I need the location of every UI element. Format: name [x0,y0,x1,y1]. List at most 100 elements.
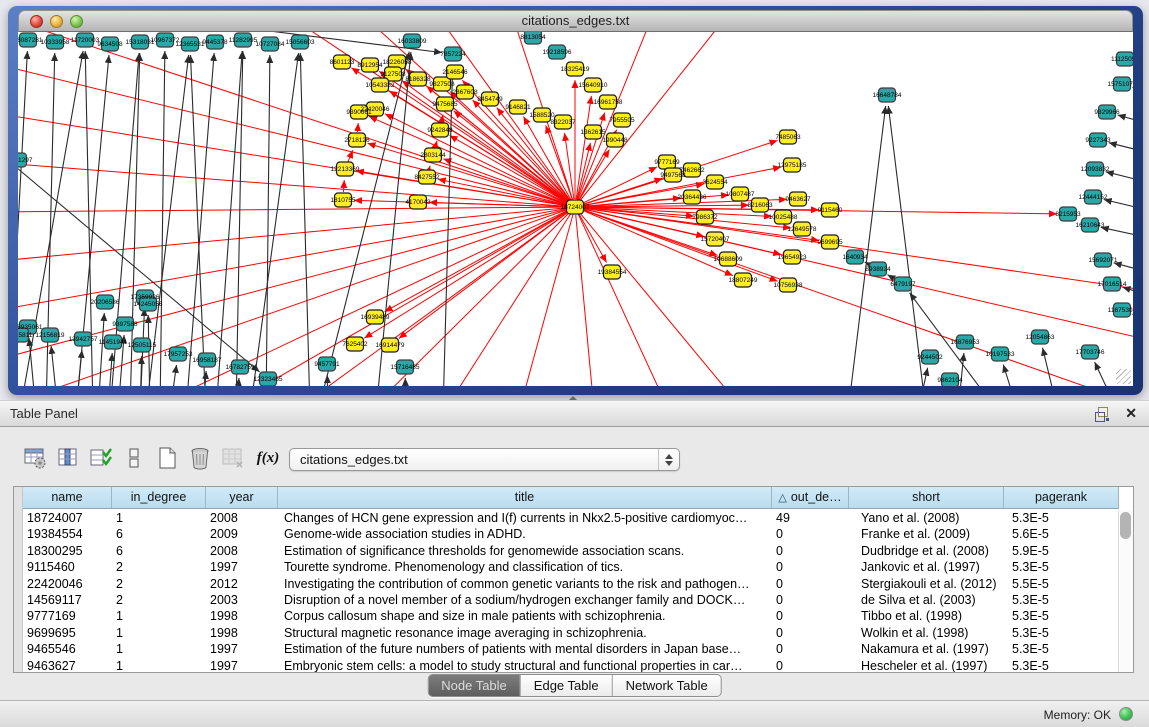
cell-pagerank[interactable]: 5.3E-5 [1004,608,1119,624]
cell-year[interactable]: 1997 [206,559,278,575]
cell-in_degree[interactable]: 2 [112,576,206,592]
citation-edge-black[interactable] [848,106,886,386]
citation-edge-black[interactable] [170,365,176,386]
vertical-scrollbar[interactable] [1118,510,1133,672]
citation-edge-black[interactable] [1132,314,1133,332]
cell-title[interactable]: Embryonic stem cells: a model to study s… [278,658,772,673]
cell-short[interactable]: de Silva et al. (2003) [849,592,1004,608]
cell-short[interactable]: Nakamura et al. (1997) [849,641,1004,657]
cell-title[interactable]: Estimation of significance thresholds fo… [278,543,772,559]
cell-name[interactable]: 9463627 [23,658,112,673]
column-header-pagerank[interactable]: pagerank [1004,487,1119,509]
cell-year[interactable]: 1997 [206,641,278,657]
citation-edge-black[interactable] [186,53,214,386]
cell-title[interactable]: Estimation of the future numbers of pati… [278,641,772,657]
citation-edge-black[interactable] [888,106,926,386]
cell-out_degree[interactable]: 0 [772,592,849,608]
float-panel-icon[interactable] [1095,407,1109,421]
cell-pagerank[interactable]: 5.3E-5 [1004,625,1119,641]
cell-title[interactable]: Corpus callosum shape and size in male p… [278,608,772,624]
citation-edge-black[interactable] [443,65,453,386]
citation-edge-black[interactable] [1095,362,1118,386]
citation-edge-black[interactable] [318,52,409,386]
citation-edge-black[interactable] [1043,348,1058,386]
citation-edge-black[interactable] [1118,115,1133,132]
cell-in_degree[interactable]: 6 [112,526,206,542]
cell-year[interactable]: 2003 [206,592,278,608]
citation-edge-red[interactable] [583,210,1133,386]
minimize-traffic-light-icon[interactable] [50,15,63,28]
cell-in_degree[interactable]: 1 [112,658,206,673]
cell-in_degree[interactable]: 1 [112,608,206,624]
citation-edge-black[interactable] [250,53,299,386]
delete-table-icon[interactable] [187,445,213,471]
cell-out_degree[interactable]: 49 [772,510,849,526]
column-header-out_de[interactable]: △out_de… [772,487,849,509]
citation-edge-red[interactable] [18,208,567,262]
citation-edge-red[interactable] [18,207,567,212]
cell-year[interactable]: 1998 [206,625,278,641]
citation-edge-black[interactable] [216,51,242,386]
citation-edge-black[interactable] [1104,200,1133,217]
cell-title[interactable]: Investigating the contribution of common… [278,576,772,592]
cell-name[interactable]: 18300295 [23,543,112,559]
network-canvas[interactable]: 1872400786011238912954182260589127508105… [18,32,1133,386]
cell-in_degree[interactable]: 1 [112,641,206,657]
column-header-year[interactable]: year [206,487,278,509]
citation-edge-black[interactable] [1132,87,1133,102]
citation-edge-black[interactable] [140,356,142,386]
citation-edge-black[interactable] [1003,365,1018,386]
tab-network-table[interactable]: Network Table [612,675,721,696]
citation-edge-red[interactable] [364,211,568,338]
citation-edge-red[interactable] [344,180,345,192]
close-traffic-light-icon[interactable] [30,15,43,28]
citation-edge-black[interactable] [236,51,243,386]
citation-edge-red[interactable] [583,209,1133,342]
cell-out_degree[interactable]: 0 [772,526,849,542]
cell-in_degree[interactable]: 2 [112,592,206,608]
cell-name[interactable]: 9465546 [23,641,112,657]
cell-in_degree[interactable]: 1 [112,510,206,526]
citation-edge-red[interactable] [579,214,607,262]
tab-node-table[interactable]: Node Table [428,675,520,696]
cell-out_degree[interactable]: 0 [772,641,849,657]
cell-short[interactable]: Wolkin et al. (1998) [849,625,1004,641]
cell-out_degree[interactable]: 0 [772,625,849,641]
cell-name[interactable]: 9699695 [23,625,112,641]
cell-short[interactable]: Stergiakouli et al. (2012) [849,576,1004,592]
citation-edge-red[interactable] [443,159,567,204]
table-row[interactable]: 2242004622012Investigating the contribut… [23,576,1119,592]
cell-out_degree[interactable]: 0 [772,608,849,624]
cell-name[interactable]: 9115460 [23,559,112,575]
citation-edge-red[interactable] [442,115,443,122]
cell-title[interactable]: Disruption of a novel member of a sodium… [278,592,772,608]
column-chooser-icon[interactable] [55,445,81,471]
table-row[interactable]: 911546021997Tourette syndrome. Phenomeno… [23,559,1119,575]
table-row[interactable]: 1830029562008Estimation of significance … [23,543,1119,559]
cell-out_degree[interactable]: 0 [772,543,849,559]
cell-title[interactable]: Genome-wide association studies in ADHD. [278,526,772,542]
table-row[interactable]: 1872400712008Changes of HCN gene express… [23,510,1119,526]
column-header-short[interactable]: short [849,487,1004,509]
column-header-title[interactable]: title [278,487,772,509]
cell-name[interactable]: 9777169 [23,608,112,624]
close-panel-icon[interactable]: ✕ [1125,405,1137,422]
table-row[interactable]: 946554611997Estimation of the future num… [23,641,1119,657]
new-table-icon[interactable] [154,445,180,471]
cell-pagerank[interactable]: 5.3E-5 [1004,559,1119,575]
citation-edge-black[interactable] [51,346,58,386]
citation-edge-black[interactable] [327,375,328,386]
citation-edge-black[interactable] [1123,287,1133,304]
cell-name[interactable]: 18724007 [23,510,112,526]
citation-edge-red[interactable] [358,123,359,132]
table-row[interactable]: 1938455462009Genome-wide association stu… [23,526,1119,542]
merge-rows-icon[interactable] [121,445,147,471]
cell-name[interactable]: 19384554 [23,526,112,542]
citation-edge-red[interactable] [18,32,567,204]
table-settings-icon[interactable] [22,445,48,471]
tab-edge-table[interactable]: Edge Table [520,675,612,696]
resize-grip-icon[interactable] [1116,369,1131,384]
cell-short[interactable]: Yano et al. (2008) [849,510,1004,526]
cell-title[interactable]: Tourette syndrome. Phenomenology and cla… [278,559,772,575]
cell-short[interactable]: Dudbridge et al. (2008) [849,543,1004,559]
